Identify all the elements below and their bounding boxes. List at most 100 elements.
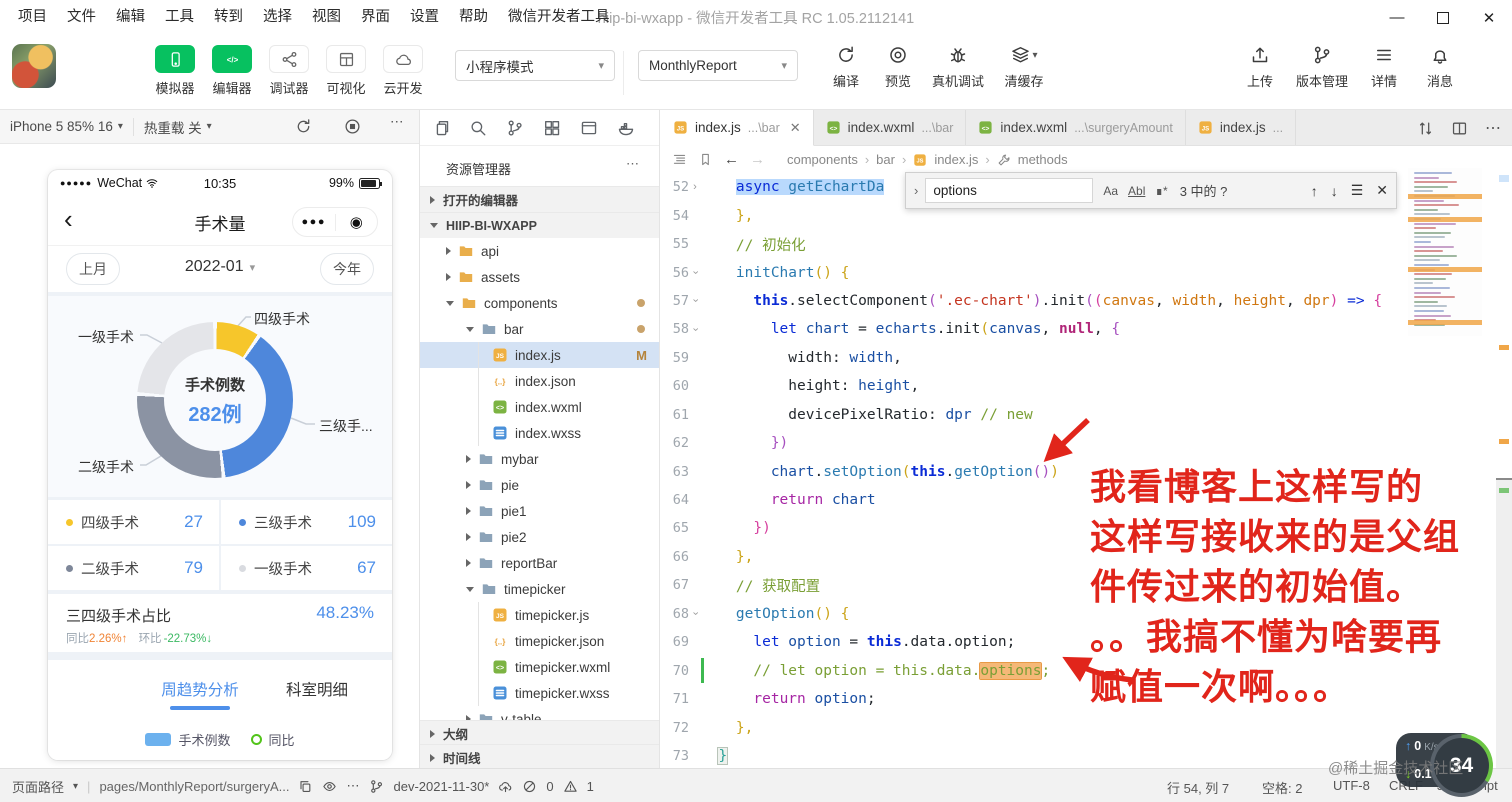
next-match-icon[interactable]: ↓ xyxy=(1331,183,1338,199)
stop-icon[interactable] xyxy=(344,118,361,135)
tree-item-timepicker.wxml[interactable]: <> timepicker.wxml xyxy=(420,654,659,680)
tree-item-timepicker[interactable]: timepicker xyxy=(420,576,659,602)
fold-icon[interactable]: › xyxy=(689,181,701,193)
action-upload[interactable]: 上传 xyxy=(1247,45,1273,90)
breadcrumb-item[interactable]: bar xyxy=(876,152,895,167)
back-arrow-icon[interactable]: ← xyxy=(724,151,739,168)
panel-button-vis[interactable]: 可视化 xyxy=(318,45,374,97)
refresh-icon[interactable] xyxy=(295,118,312,135)
indent-setting[interactable]: 空格: 2 xyxy=(1262,778,1302,797)
fold-icon[interactable]: › xyxy=(689,267,701,278)
code-line-57[interactable]: 57 › this.selectComponent('.ec-chart').ini… xyxy=(661,287,1496,315)
close-icon[interactable]: ✕ xyxy=(1376,182,1388,199)
code-line-56[interactable]: 56 › initChart() { xyxy=(661,258,1496,286)
action-branch[interactable]: 版本管理 xyxy=(1296,45,1348,90)
more-icon[interactable]: ⋯ xyxy=(626,156,641,172)
encoding[interactable]: UTF-8 xyxy=(1333,778,1370,793)
tree-item-reportBar[interactable]: reportBar xyxy=(420,550,659,576)
window-icon[interactable] xyxy=(580,119,598,137)
editor-tab-1[interactable]: <> index.wxml ...\bar xyxy=(813,110,967,145)
panel-button-codetag[interactable]: </> 编辑器 xyxy=(204,45,260,97)
tab-week-trend[interactable]: 周趋势分析 xyxy=(161,678,239,700)
device-select[interactable]: iPhone 5 85% 16 ▾ xyxy=(0,119,133,134)
breadcrumb-item[interactable]: components xyxy=(787,152,858,167)
fold-icon[interactable]: › xyxy=(689,295,701,306)
tree-item-bar[interactable]: bar xyxy=(420,316,659,342)
fold-icon[interactable]: › xyxy=(689,608,701,619)
tree-item-api[interactable]: api xyxy=(420,238,659,264)
tree-item-mybar[interactable]: mybar xyxy=(420,446,659,472)
more-icon[interactable]: ●●● xyxy=(293,216,335,228)
page-select[interactable]: MonthlyReport ▾ xyxy=(638,50,798,81)
split-editor-icon[interactable] xyxy=(1451,120,1468,137)
copy-icon[interactable] xyxy=(298,779,313,794)
menu-item-1[interactable]: 文件 xyxy=(57,0,106,35)
regex-icon[interactable]: ∎* xyxy=(1155,184,1167,198)
section-timeline[interactable]: 时间线 xyxy=(420,744,659,768)
tab-department-detail[interactable]: 科室明细 xyxy=(286,678,348,700)
code-line-58[interactable]: 58 › let chart = echarts.init(canvas, null… xyxy=(661,315,1496,343)
close-button[interactable]: ✕ xyxy=(1466,0,1512,35)
search-icon[interactable] xyxy=(469,119,487,137)
tree-item-assets[interactable]: assets xyxy=(420,264,659,290)
code-line-62[interactable]: 62}) xyxy=(661,429,1496,457)
find-in-selection-icon[interactable]: ☰ xyxy=(1351,182,1364,199)
cursor-position[interactable]: 行 54, 列 7 xyxy=(1167,778,1229,797)
page-path-value[interactable]: pages/MonthlyReport/surgeryA... xyxy=(99,779,289,794)
section-outline[interactable]: 大纲 xyxy=(420,720,659,746)
match-case-icon[interactable]: Aa xyxy=(1103,184,1118,198)
source-control-icon[interactable] xyxy=(506,119,524,137)
action-bug[interactable]: 真机调试 xyxy=(932,45,984,90)
more-actions-icon[interactable]: ⋯ xyxy=(1485,118,1502,138)
git-branch-name[interactable]: dev-2021-11-30* xyxy=(393,779,489,794)
expand-replace-icon[interactable]: › xyxy=(914,183,918,198)
outline-icon[interactable] xyxy=(672,152,687,167)
avatar[interactable] xyxy=(12,44,56,88)
panel-button-debug[interactable]: 调试器 xyxy=(261,45,317,97)
cloud-upload-icon[interactable] xyxy=(498,779,513,794)
target-icon[interactable]: ◉ xyxy=(336,215,378,230)
close-icon[interactable]: ✕ xyxy=(790,120,801,136)
code-line-61[interactable]: 61 devicePixelRatio: dpr // new xyxy=(661,401,1496,429)
this-year-button[interactable]: 今年 xyxy=(320,253,374,285)
minimap[interactable] xyxy=(1408,168,1482,336)
panel-button-cloud[interactable]: 云开发 xyxy=(375,45,431,97)
hot-reload-toggle[interactable]: 热重载 关 ▾ xyxy=(134,117,222,137)
tree-item-pie[interactable]: pie xyxy=(420,472,659,498)
maximize-button[interactable] xyxy=(1420,0,1466,35)
menu-item-9[interactable]: 帮助 xyxy=(449,0,498,35)
more-icon[interactable]: ⋯ xyxy=(390,114,405,130)
panel-button-phone[interactable]: 模拟器 xyxy=(147,45,203,97)
action-eye[interactable]: 预览 xyxy=(885,45,911,90)
tree-item-timepicker.wxss[interactable]: timepicker.wxss xyxy=(420,680,659,706)
section-project[interactable]: HIIP-BI-WXAPP xyxy=(420,212,659,238)
errors-count[interactable]: 0 xyxy=(546,779,553,794)
action-menu[interactable]: 详情 xyxy=(1371,45,1397,90)
breadcrumb-item[interactable]: index.js xyxy=(934,152,978,167)
tree-item-timepicker.js[interactable]: JS timepicker.js xyxy=(420,602,659,628)
find-input[interactable]: options xyxy=(925,178,1094,203)
tree-item-pie2[interactable]: pie2 xyxy=(420,524,659,550)
section-open-editors[interactable]: 打开的编辑器 xyxy=(420,186,659,212)
menu-item-5[interactable]: 选择 xyxy=(253,0,302,35)
menu-item-0[interactable]: 项目 xyxy=(8,0,57,35)
warnings-count[interactable]: 1 xyxy=(587,779,594,794)
menu-item-4[interactable]: 转到 xyxy=(204,0,253,35)
eye-icon[interactable] xyxy=(322,779,337,794)
menu-item-7[interactable]: 界面 xyxy=(351,0,400,35)
compare-changes-icon[interactable] xyxy=(1417,120,1434,137)
menu-item-3[interactable]: 工具 xyxy=(155,0,204,35)
docker-icon[interactable] xyxy=(617,119,635,137)
donut-chart[interactable]: 手术例数 282例 xyxy=(137,322,293,478)
menu-item-8[interactable]: 设置 xyxy=(400,0,449,35)
files-icon[interactable] xyxy=(432,119,450,137)
fold-icon[interactable]: › xyxy=(689,324,701,335)
tree-item-components[interactable]: components xyxy=(420,290,659,316)
editor-tab-3[interactable]: JS index.js... xyxy=(1185,110,1297,145)
code-line-72[interactable]: 72}, xyxy=(661,713,1496,741)
scrollbar[interactable] xyxy=(1496,173,1512,768)
tree-item-index.wxml[interactable]: <> index.wxml xyxy=(420,394,659,420)
code-line-60[interactable]: 60 height: height, xyxy=(661,372,1496,400)
menu-item-2[interactable]: 编辑 xyxy=(106,0,155,35)
menu-item-10[interactable]: 微信开发者工具 xyxy=(498,0,620,35)
